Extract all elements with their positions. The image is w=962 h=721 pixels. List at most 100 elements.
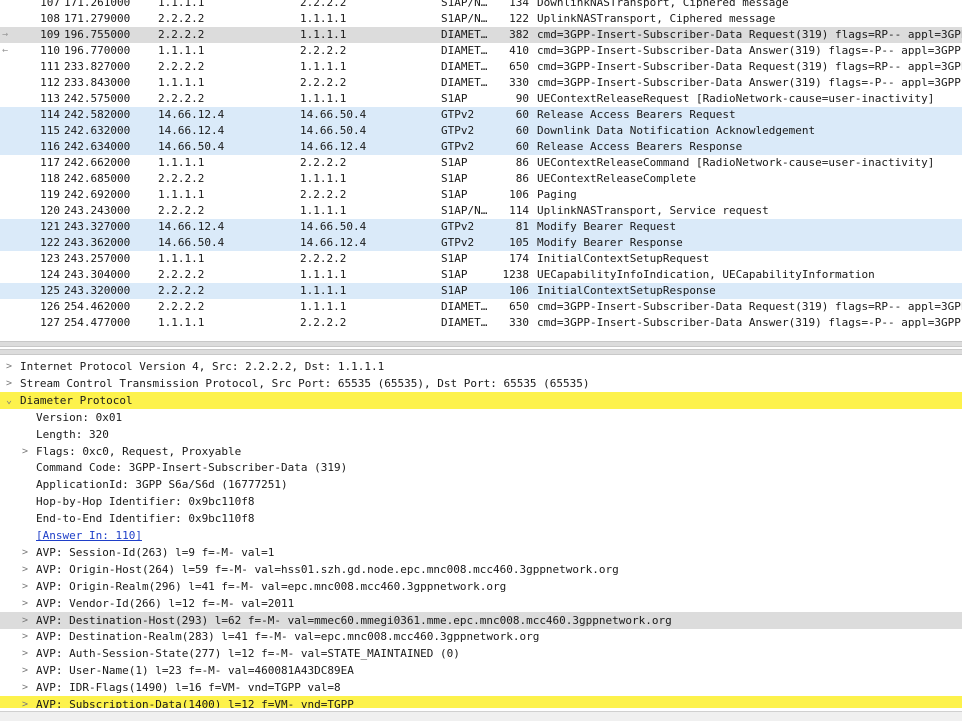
packet-number: 114 — [40, 108, 60, 121]
detail-tree-item[interactable]: Hop-by-Hop Identifier: 0x9bc110f8 — [0, 493, 962, 510]
packet-destination: 2.2.2.2 — [300, 76, 347, 89]
packet-row[interactable]: 126 254.462000 2.2.2.2 1.1.1.1 DIAMET… 650 cmd… — [0, 299, 962, 315]
packet-number: 110 — [40, 44, 60, 57]
packet-length: 174 — [509, 252, 529, 265]
packet-row[interactable]: 115 242.632000 14.66.12.4 14.66.50.4 GTPv2 60… — [0, 123, 962, 139]
packet-protocol: S1AP — [441, 268, 468, 281]
packet-row[interactable]: 111 233.827000 2.2.2.2 1.1.1.1 DIAMET… 650 cmd… — [0, 59, 962, 75]
packet-row[interactable]: 107 171.261000 1.1.1.1 2.2.2.2 S1AP/N… 134 Dow… — [0, 0, 962, 11]
packet-row[interactable]: ← 110 196.770000 1.1.1.1 2.2.2.2 DIAMET… 410 cm… — [0, 43, 962, 59]
packet-destination: 1.1.1.1 — [300, 172, 347, 185]
packet-info: UplinkNASTransport, Ciphered message — [537, 12, 776, 25]
detail-tree-item[interactable]: > AVP: User-Name(1) l=23 f=-M- val=460081… — [0, 662, 962, 679]
packet-number: 124 — [40, 268, 60, 281]
collapse-arrow-icon[interactable]: > — [20, 578, 30, 595]
packet-source: 2.2.2.2 — [158, 172, 205, 185]
packet-row[interactable]: 108 171.279000 2.2.2.2 1.1.1.1 S1AP/N… 122 Upl… — [0, 11, 962, 27]
packet-row[interactable]: 118 242.685000 2.2.2.2 1.1.1.1 S1AP 86 UEConte… — [0, 171, 962, 187]
packet-row[interactable]: 125 243.320000 2.2.2.2 1.1.1.1 S1AP 106 Initia… — [0, 283, 962, 299]
detail-text: AVP: Destination-Realm(283) l=41 f=-M- v… — [36, 630, 540, 644]
packet-time: 254.477000 — [64, 316, 131, 329]
detail-tree-item[interactable]: > AVP: Destination-Host(293) l=62 f=-M- v… — [0, 611, 962, 629]
packet-number: 107 — [40, 0, 60, 9]
collapse-arrow-icon[interactable]: > — [20, 645, 30, 662]
packet-protocol: DIAMET… — [441, 44, 488, 57]
collapse-arrow-icon[interactable]: > — [20, 443, 30, 460]
packet-source: 2.2.2.2 — [158, 268, 205, 281]
detail-text: Stream Control Transmission Protocol, Sr… — [20, 376, 590, 390]
detail-tree-item[interactable]: > Stream Control Transmission Protocol, S… — [0, 375, 962, 392]
collapse-arrow-icon[interactable]: > — [20, 679, 30, 696]
answer-in-link-line[interactable]: [Answer In: 110] — [0, 527, 962, 544]
packet-row[interactable]: 114 242.582000 14.66.12.4 14.66.50.4 GTPv2 60… — [0, 107, 962, 123]
detail-tree-item[interactable]: > AVP: Subscription-Data(1400) l=12 f=VM-… — [0, 696, 962, 708]
expand-arrow-icon[interactable]: ⌄ — [4, 392, 14, 409]
packet-row[interactable]: 127 254.477000 1.1.1.1 2.2.2.2 DIAMET… 330 cmd… — [0, 315, 962, 331]
packet-time: 243.362000 — [64, 236, 131, 249]
packet-time: 196.755000 — [64, 28, 131, 41]
packet-time: 242.575000 — [64, 92, 131, 105]
packet-protocol: S1AP — [441, 188, 468, 201]
packet-row[interactable]: 122 243.362000 14.66.50.4 14.66.12.4 GTPv2 10… — [0, 235, 962, 251]
detail-tree-item[interactable]: > AVP: Origin-Host(264) l=59 f=-M- val=hs… — [0, 561, 962, 578]
answer-in-link[interactable]: [Answer In: 110] — [36, 527, 142, 544]
collapse-arrow-icon[interactable]: > — [20, 696, 30, 708]
packet-row[interactable]: 117 242.662000 1.1.1.1 2.2.2.2 S1AP 86 UEConte… — [0, 155, 962, 171]
collapse-arrow-icon[interactable]: > — [4, 375, 14, 392]
packet-protocol: S1AP — [441, 284, 468, 297]
detail-tree-item[interactable]: > AVP: Destination-Realm(283) l=41 f=-M- … — [0, 628, 962, 645]
collapse-arrow-icon[interactable]: > — [20, 612, 30, 629]
pane-splitter-handle[interactable] — [0, 341, 962, 347]
packet-row[interactable]: 112 233.843000 1.1.1.1 2.2.2.2 DIAMET… 330 cmd… — [0, 75, 962, 91]
collapse-arrow-icon[interactable]: > — [20, 561, 30, 578]
packet-row[interactable]: 124 243.304000 2.2.2.2 1.1.1.1 S1AP 1238 UECap… — [0, 267, 962, 283]
packet-row[interactable]: 123 243.257000 1.1.1.1 2.2.2.2 S1AP 174 Initia… — [0, 251, 962, 267]
packet-number: 127 — [40, 316, 60, 329]
detail-text: Version: 0x01 — [36, 410, 123, 424]
packet-destination: 1.1.1.1 — [300, 12, 347, 25]
pane-divider[interactable] — [0, 339, 962, 359]
detail-tree-item[interactable]: > AVP: Session-Id(263) l=9 f=-M- val=1 — [0, 544, 962, 561]
pane-splitter-handle-2[interactable] — [0, 349, 962, 355]
detail-tree-item[interactable]: Length: 320 — [0, 426, 962, 443]
packet-info: UECapabilityInfoIndication, UECapability… — [537, 268, 875, 281]
detail-tree-item[interactable]: > AVP: IDR-Flags(1490) l=16 f=VM- vnd=TGP… — [0, 679, 962, 696]
packet-length: 122 — [509, 12, 529, 25]
packet-info: cmd=3GPP-Insert-Subscriber-Data Answer(3… — [537, 44, 961, 57]
packet-destination: 2.2.2.2 — [300, 0, 347, 9]
packet-info: Modify Bearer Response — [537, 236, 683, 249]
detail-tree-item[interactable]: Command Code: 3GPP-Insert-Subscriber-Dat… — [0, 459, 962, 476]
packet-number: 116 — [40, 140, 60, 153]
detail-tree-item[interactable]: > AVP: Auth-Session-State(277) l=12 f=-M-… — [0, 645, 962, 662]
detail-tree-item[interactable]: Version: 0x01 — [0, 409, 962, 426]
detail-tree-item[interactable]: ⌄ Diameter Protocol — [0, 391, 962, 409]
detail-tree-item[interactable]: ApplicationId: 3GPP S6a/S6d (16777251) — [0, 476, 962, 493]
detail-tree-item[interactable]: End-to-End Identifier: 0x9bc110f8 — [0, 510, 962, 527]
packet-info: cmd=3GPP-Insert-Subscriber-Data Answer(3… — [537, 76, 961, 89]
packet-time: 242.685000 — [64, 172, 131, 185]
packet-source: 14.66.12.4 — [158, 108, 225, 121]
detail-tree-item[interactable]: > AVP: Origin-Realm(296) l=41 f=-M- val=e… — [0, 578, 962, 595]
packet-row[interactable]: 116 242.634000 14.66.50.4 14.66.12.4 GTPv2 60… — [0, 139, 962, 155]
packet-time: 196.770000 — [64, 44, 131, 57]
packet-row[interactable]: 113 242.575000 2.2.2.2 1.1.1.1 S1AP 90 UEConte… — [0, 91, 962, 107]
packet-destination: 1.1.1.1 — [300, 268, 347, 281]
packet-row[interactable]: 119 242.692000 1.1.1.1 2.2.2.2 S1AP 106 Paging — [0, 187, 962, 203]
detail-tree-item[interactable]: > AVP: Vendor-Id(266) l=12 f=-M- val=2011 — [0, 595, 962, 612]
detail-tree-item[interactable]: > Internet Protocol Version 4, Src: 2.2.2… — [0, 358, 962, 375]
detail-text: Internet Protocol Version 4, Src: 2.2.2.… — [20, 360, 385, 373]
packet-row[interactable]: 121 243.327000 14.66.12.4 14.66.50.4 GTPv2 81… — [0, 219, 962, 235]
packet-row[interactable]: 120 243.243000 2.2.2.2 1.1.1.1 S1AP/N… 114 Upl… — [0, 203, 962, 219]
packet-row[interactable]: → 109 196.755000 2.2.2.2 1.1.1.1 DIAMET… 382 cm… — [0, 27, 962, 43]
collapse-arrow-icon[interactable]: > — [20, 662, 30, 679]
collapse-arrow-icon[interactable]: > — [20, 544, 30, 561]
packet-source: 1.1.1.1 — [158, 44, 205, 57]
packet-time: 171.261000 — [64, 0, 131, 9]
collapse-arrow-icon[interactable]: > — [20, 595, 30, 612]
collapse-arrow-icon[interactable]: > — [20, 628, 30, 645]
detail-tree-item[interactable]: > Flags: 0xc0, Request, Proxyable — [0, 443, 962, 460]
packet-source: 1.1.1.1 — [158, 156, 205, 169]
collapse-arrow-icon[interactable]: > — [4, 358, 14, 375]
detail-text: AVP: Origin-Realm(296) l=41 f=-M- val=ep… — [36, 579, 507, 593]
packet-destination: 1.1.1.1 — [300, 204, 347, 217]
